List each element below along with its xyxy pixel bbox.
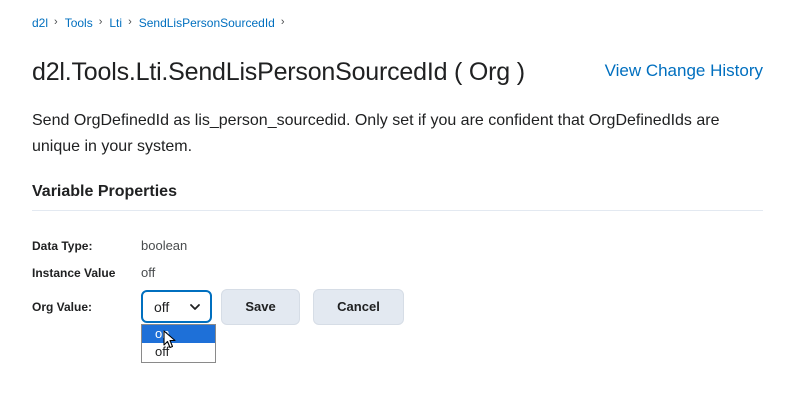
breadcrumb-separator: › (280, 16, 285, 28)
save-button[interactable]: Save (221, 289, 300, 325)
instance-value-label: Instance Value (32, 266, 116, 280)
view-change-history-link[interactable]: View Change History (605, 61, 763, 81)
page-title: d2l.Tools.Lti.SendLisPersonSourcedId ( O… (32, 58, 525, 86)
breadcrumb: d2l › Tools › Lti › SendLisPersonSourced… (32, 16, 292, 30)
chevron-down-icon (190, 304, 200, 310)
variable-description: Send OrgDefinedId as lis_person_sourcedi… (32, 112, 720, 155)
breadcrumb-link-lti[interactable]: Lti (109, 16, 122, 30)
variable-properties-heading: Variable Properties (32, 183, 177, 200)
data-type-label: Data Type: (32, 239, 93, 253)
data-type-value: boolean (141, 238, 188, 253)
cancel-button[interactable]: Cancel (313, 289, 404, 325)
breadcrumb-link-d2l[interactable]: d2l (32, 16, 48, 30)
instance-value-value: off (141, 265, 156, 280)
option-off[interactable]: off (142, 343, 215, 361)
breadcrumb-separator: › (128, 16, 132, 28)
breadcrumb-link-sendlispersonsourcedid[interactable]: SendLisPersonSourcedId (139, 16, 275, 30)
org-value-options-list: on off (141, 324, 216, 363)
breadcrumb-separator: › (54, 16, 58, 28)
section-divider (32, 210, 763, 211)
org-value-select[interactable]: off (141, 290, 212, 323)
breadcrumb-link-tools[interactable]: Tools (65, 16, 93, 30)
org-value-label: Org Value: (32, 300, 93, 314)
org-value-selected: off (154, 299, 170, 315)
option-on[interactable]: on (142, 325, 215, 343)
breadcrumb-separator: › (98, 16, 103, 28)
